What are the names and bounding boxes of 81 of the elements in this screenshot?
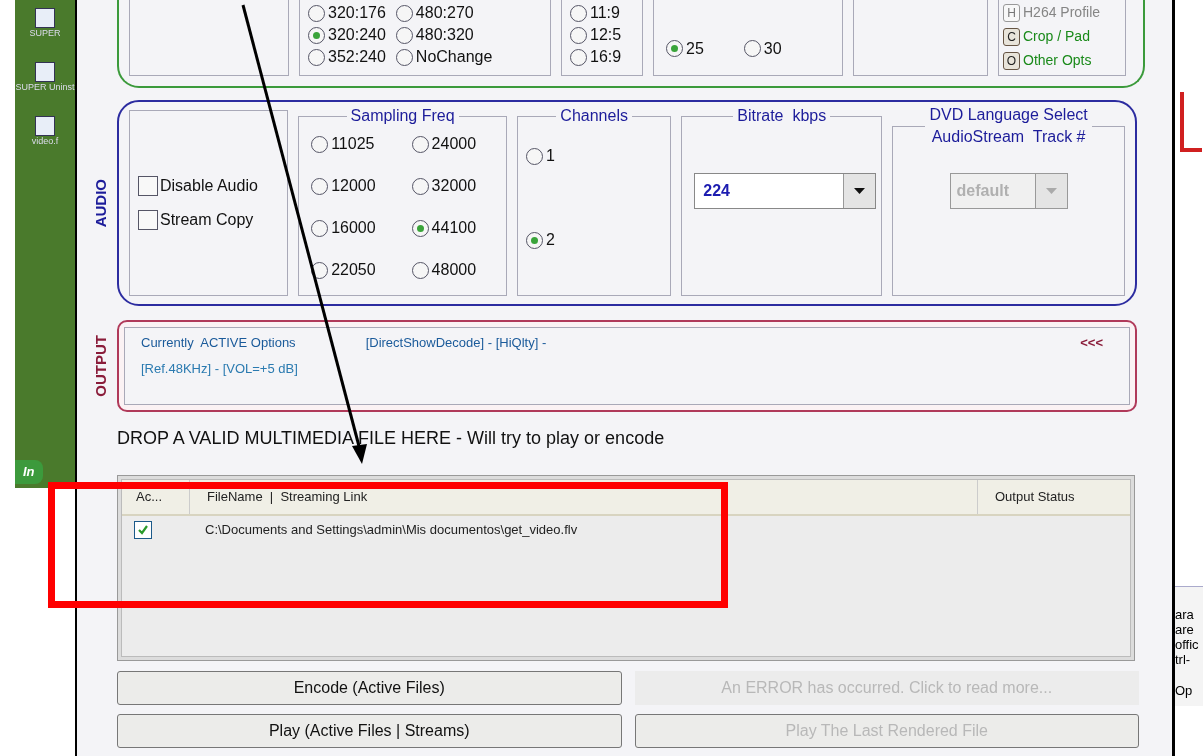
radio-button[interactable] xyxy=(743,40,761,57)
options-title: Currently ACTIVE Options xyxy=(141,334,296,352)
file-icon[interactable] xyxy=(35,8,55,28)
options-text: [Ref.48KHz] - [VOL=+5 dB] xyxy=(141,359,299,378)
checkbox[interactable] xyxy=(138,210,158,230)
check-icon xyxy=(137,524,149,536)
radio-label: 480:320 xyxy=(415,25,474,45)
radio-label: 16:9 xyxy=(590,47,622,67)
file-icon[interactable] xyxy=(35,116,55,136)
radio-label: 11:9 xyxy=(590,3,620,23)
caret-icon xyxy=(854,188,866,194)
radio-label: 1 xyxy=(546,146,555,166)
drop-hint: DROP A VALID MULTIMEDIA FILE HERE - Will try to play or encode xyxy=(117,428,665,448)
radio-button[interactable] xyxy=(395,26,413,44)
collapse-button[interactable]: <<< xyxy=(1080,333,1103,353)
radio-label: 12:5 xyxy=(590,25,622,45)
section-label: AUDIO xyxy=(90,178,110,228)
side-text: ara xyxy=(1175,607,1195,622)
radio-button[interactable] xyxy=(411,177,429,195)
radio-label: 352:240 xyxy=(328,47,386,67)
radio-button[interactable] xyxy=(570,48,587,66)
caret-icon xyxy=(1045,188,1057,194)
radio-label: 2 xyxy=(546,230,555,250)
radio-label: NoChange xyxy=(415,47,493,67)
radio-button[interactable] xyxy=(411,219,429,237)
option-button[interactable]: C Crop / Pad xyxy=(1003,26,1121,47)
section-label: OUTPUT xyxy=(90,335,110,397)
radio-button[interactable] xyxy=(308,48,325,66)
table-cell-text: C:\Documents and Settings\admin\Mis documentos\get_video.flv xyxy=(204,521,578,540)
desktop-icon-label[interactable]: video.f xyxy=(31,136,59,146)
radio-label: 32000 xyxy=(431,176,477,196)
group-title: DVD Language Select AudioStream Track # xyxy=(929,105,1088,147)
radio-button[interactable] xyxy=(311,177,329,195)
desktop-icon-label[interactable]: SUPER xyxy=(29,28,61,38)
radio-label: 12000 xyxy=(331,176,376,196)
group-title: Bitrate kbps xyxy=(737,107,827,124)
column-header[interactable]: Ac... xyxy=(122,480,190,514)
group-title: Sampling Freq xyxy=(350,107,455,124)
start-button[interactable]: In xyxy=(15,460,43,484)
radio-label: 25 xyxy=(686,38,704,59)
radio-button[interactable] xyxy=(308,4,325,22)
radio-button[interactable] xyxy=(526,231,544,249)
radio-button[interactable] xyxy=(526,147,544,165)
radio-button[interactable] xyxy=(311,219,329,237)
radio-button[interactable] xyxy=(411,261,429,279)
checkbox-label: Disable Audio xyxy=(160,176,258,196)
desktop-icon-label[interactable]: SUPER Uninst xyxy=(15,82,75,92)
file-icon[interactable] xyxy=(35,62,55,82)
side-text: trl- xyxy=(1175,652,1192,667)
bitrate-dropdown[interactable]: 224 xyxy=(694,173,877,209)
group-title: Channels xyxy=(560,107,628,124)
radio-button[interactable] xyxy=(570,26,587,44)
radio-button[interactable] xyxy=(395,4,413,22)
radio-label: 30 xyxy=(763,38,782,59)
action-button[interactable]: Encode (Active Files) xyxy=(117,671,622,705)
options-text: [DirectShowDecode] - [HiQlty] - xyxy=(365,334,547,352)
radio-button[interactable] xyxy=(395,48,413,66)
checkbox[interactable] xyxy=(134,521,152,539)
side-text: offic xyxy=(1175,637,1200,652)
action-button[interactable]: Play (Active Files | Streams) xyxy=(117,714,622,748)
radio-label: 11025 xyxy=(331,134,375,154)
radio-button[interactable] xyxy=(311,135,329,153)
radio-button[interactable] xyxy=(411,135,429,153)
checkbox[interactable] xyxy=(138,176,158,196)
column-header[interactable]: Output Status xyxy=(978,480,1130,514)
radio-label: 320:240 xyxy=(328,25,386,45)
side-tab[interactable]: Op xyxy=(1175,683,1203,698)
radio-label: 480:270 xyxy=(415,3,474,23)
side-text: are xyxy=(1175,622,1195,637)
radio-button[interactable] xyxy=(570,4,587,22)
column-header[interactable]: FileName | Streaming Link xyxy=(190,480,978,514)
checkbox-label: Stream Copy xyxy=(160,210,254,230)
radio-label: 22050 xyxy=(331,260,376,280)
radio-label: 48000 xyxy=(431,260,477,280)
radio-label: 24000 xyxy=(431,134,477,154)
radio-button[interactable] xyxy=(666,40,683,57)
radio-label: 16000 xyxy=(331,218,376,238)
radio-label: 44100 xyxy=(431,218,477,238)
radio-button[interactable] xyxy=(308,26,325,44)
option-button[interactable]: O Other Opts xyxy=(1003,50,1121,71)
radio-label: 320:176 xyxy=(328,3,386,23)
